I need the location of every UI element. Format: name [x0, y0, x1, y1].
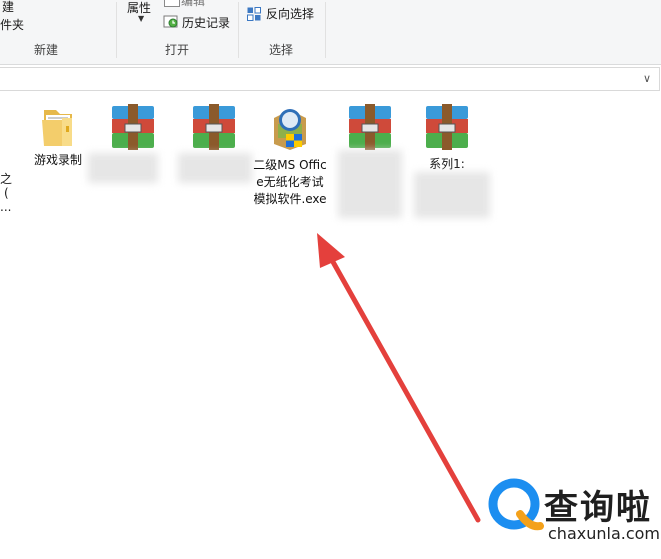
search-q-icon: [486, 476, 544, 536]
ribbon-item-new-partial[interactable]: 建: [2, 0, 14, 15]
blurred-file-label: [414, 172, 490, 218]
ribbon-item-new-folder-partial[interactable]: 件夹: [0, 16, 24, 33]
file-item-archive[interactable]: 系列1:: [405, 104, 489, 173]
file-item-exe[interactable]: 二级MS Office无纸化考试模拟软件.exe: [248, 104, 332, 208]
chevron-down-icon[interactable]: ▼: [138, 14, 144, 23]
installer-shield-icon: [266, 104, 314, 152]
file-label: 二级MS Office无纸化考试模拟软件.exe: [253, 158, 327, 206]
ribbon-separator: [325, 2, 326, 58]
watermark-title: 查询啦: [544, 488, 652, 528]
blurred-file-label: [338, 150, 402, 218]
ribbon: 建 件夹 新建 属性 ▼ 编辑 历史记录 打开 反向选择 选择: [0, 0, 661, 65]
partial-file-label: ...: [0, 200, 12, 214]
winrar-archive-icon: [108, 104, 158, 152]
blurred-file-label: [88, 153, 158, 183]
edit-button[interactable]: 编辑: [181, 0, 205, 9]
ribbon-group-label-open: 打开: [165, 43, 190, 57]
ribbon-group-new: 建 件夹 新建: [0, 0, 116, 64]
invert-selection-button[interactable]: 反向选择: [266, 5, 314, 22]
history-button[interactable]: 历史记录: [182, 14, 230, 31]
file-item-archive[interactable]: [172, 104, 256, 156]
winrar-archive-icon: [422, 104, 472, 152]
edit-icon[interactable]: [164, 0, 180, 7]
address-bar[interactable]: ∨: [0, 67, 660, 91]
file-label: 系列1:: [429, 157, 465, 171]
watermark-logo: 查询啦 chaxunla.com: [480, 466, 661, 559]
file-item-archive[interactable]: [91, 104, 175, 156]
partial-file-label: (: [4, 186, 9, 200]
invert-selection-icon[interactable]: [247, 6, 261, 21]
watermark-url: chaxunla.com: [548, 524, 660, 543]
blurred-file-label: [178, 153, 252, 183]
ribbon-group-select: 反向选择 选择: [239, 0, 325, 64]
ribbon-group-label-select: 选择: [269, 43, 294, 57]
winrar-archive-icon: [345, 104, 395, 152]
folder-icon: [38, 106, 78, 148]
address-dropdown-icon[interactable]: ∨: [643, 72, 651, 85]
history-icon[interactable]: [163, 13, 179, 28]
winrar-archive-icon: [189, 104, 239, 152]
ribbon-group-open: 属性 ▼ 编辑 历史记录 打开: [117, 0, 237, 64]
file-item-archive[interactable]: [328, 104, 412, 156]
partial-file-label: 之: [0, 172, 13, 186]
ribbon-group-label-new: 新建: [34, 43, 59, 57]
